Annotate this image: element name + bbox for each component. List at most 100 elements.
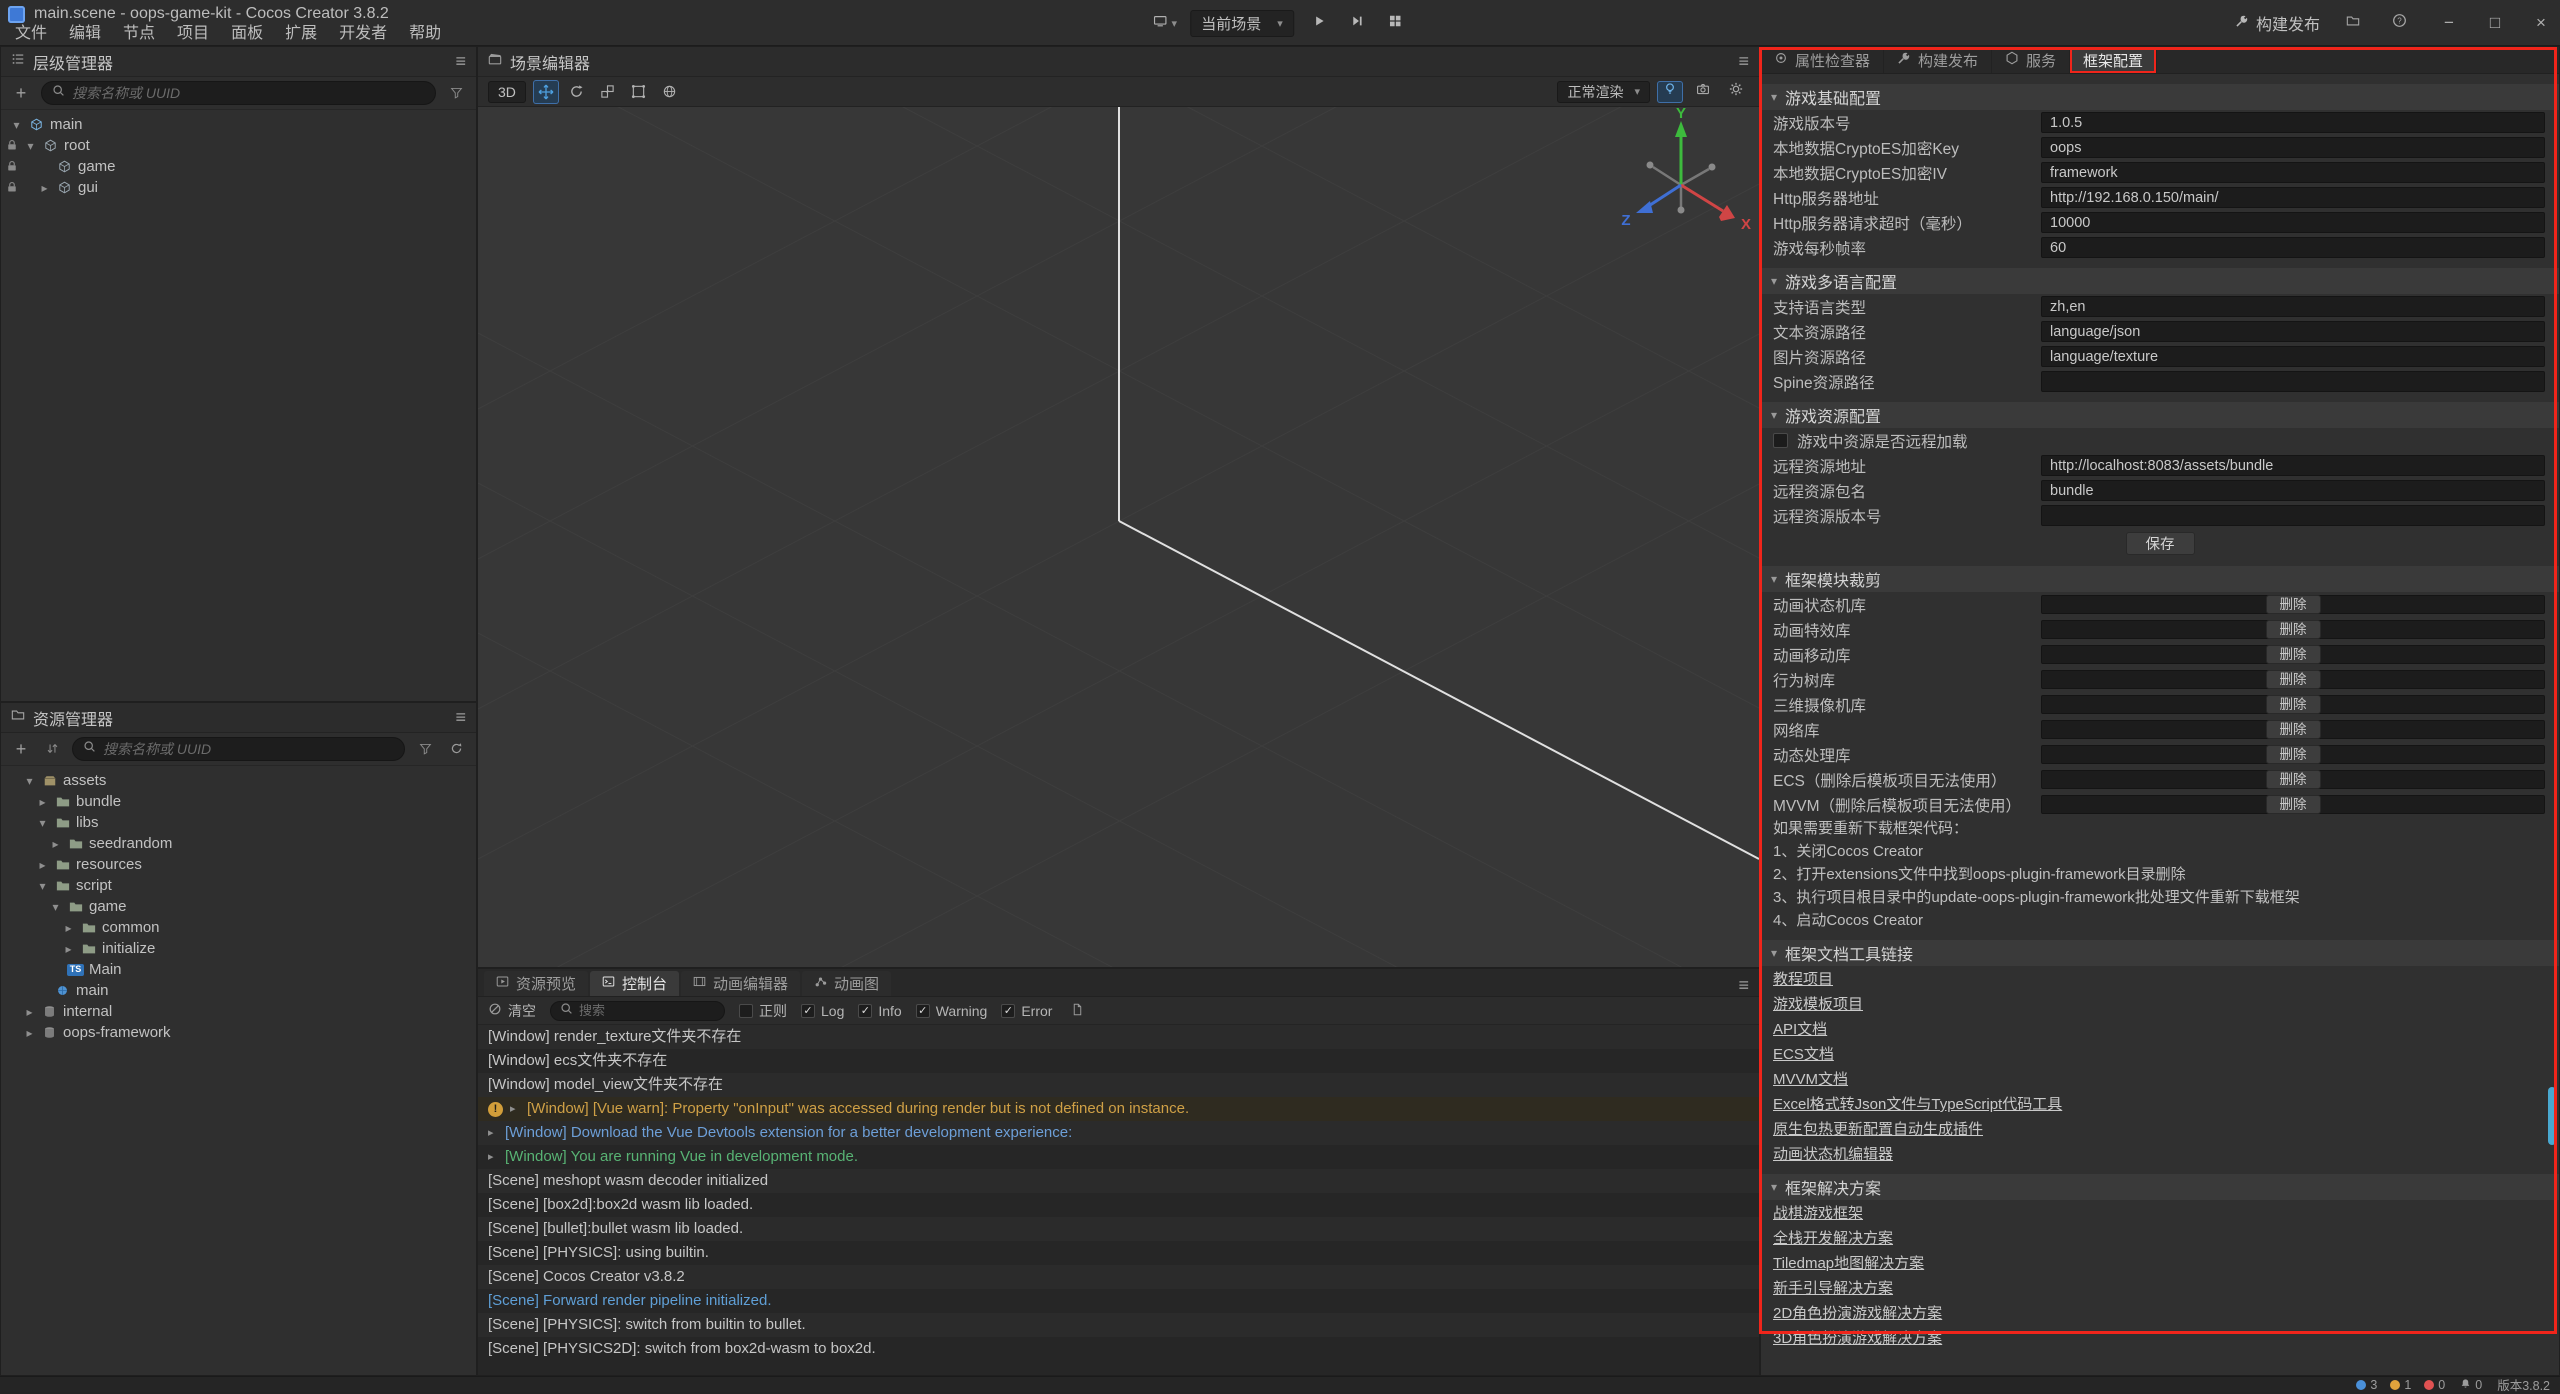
doc-link[interactable]: API文档 [1773, 1018, 1827, 1039]
section-header[interactable]: ▾框架文档工具链接 [1761, 940, 2559, 966]
log-entry[interactable]: [Scene] [PHYSICS]: using builtin. [478, 1241, 1759, 1265]
log-entry[interactable]: !▸[Window] [Vue warn]: Property "onInput… [478, 1097, 1759, 1121]
property-input[interactable] [2041, 137, 2545, 158]
scene-viewport[interactable]: Y X Z [478, 107, 1759, 967]
menu-item[interactable]: 编辑 [58, 23, 112, 44]
tree-item-main[interactable]: ▾main [1, 114, 476, 135]
tree-item-bundle[interactable]: ▸bundle [1, 791, 476, 812]
delete-module-button[interactable]: 删除 [2266, 795, 2321, 814]
property-input[interactable] [2041, 237, 2545, 258]
chevron-right-icon[interactable]: ▸ [62, 921, 75, 935]
log-entry[interactable]: ▸[Window] Download the Vue Devtools exte… [478, 1121, 1759, 1145]
create-asset-button[interactable]: + [10, 738, 32, 760]
lighting-toggle-button[interactable] [1657, 81, 1683, 103]
filter-icon[interactable] [445, 82, 467, 104]
delete-module-button[interactable]: 删除 [2266, 595, 2321, 614]
doc-link[interactable]: Tiledmap地图解决方案 [1773, 1252, 1924, 1273]
property-input[interactable] [2041, 321, 2545, 342]
open-folder-button[interactable] [2340, 10, 2366, 36]
checkbox[interactable]: ✓ [801, 1004, 815, 1018]
checkbox[interactable]: ✓ [916, 1004, 930, 1018]
doc-link[interactable]: 2D角色扮演游戏解决方案 [1773, 1302, 1942, 1323]
doc-link[interactable]: ECS文档 [1773, 1043, 1834, 1064]
rotate-tool[interactable] [564, 80, 590, 104]
log-entry[interactable]: ▸[Window] You are running Vue in develop… [478, 1145, 1759, 1169]
chevron-down-icon[interactable]: ▾ [36, 879, 49, 893]
scrollbar-thumb[interactable] [2548, 1087, 2556, 1145]
delete-module-button[interactable]: 删除 [2266, 620, 2321, 639]
tree-item-gui[interactable]: ▸gui [1, 177, 476, 198]
doc-link[interactable]: 动画状态机编辑器 [1773, 1143, 1893, 1164]
preview-device-button[interactable]: ▾ [1152, 10, 1178, 36]
chevron-right-icon[interactable]: ▸ [62, 942, 75, 956]
log-entry[interactable]: [Window] ecs文件夹不存在 [478, 1049, 1759, 1073]
delete-module-button[interactable]: 删除 [2266, 645, 2321, 664]
property-input[interactable] [2041, 187, 2545, 208]
checkbox[interactable]: ✓ [1001, 1004, 1015, 1018]
menu-item[interactable]: 帮助 [398, 23, 452, 44]
camera-settings-button[interactable] [1690, 81, 1716, 103]
save-button[interactable]: 保存 [2126, 532, 2195, 555]
log-entry[interactable]: [Scene] meshopt wasm decoder initialized [478, 1169, 1759, 1193]
chevron-right-icon[interactable]: ▸ [49, 837, 62, 851]
doc-link[interactable]: MVVM文档 [1773, 1068, 1848, 1089]
play-button[interactable] [1306, 10, 1332, 36]
notification-count[interactable]: 0 [2460, 1378, 2482, 1392]
regex-filter[interactable]: 正则 [739, 1001, 787, 1021]
tree-item-assets[interactable]: ▾assets [1, 770, 476, 791]
doc-link[interactable]: 战棋游戏框架 [1773, 1202, 1863, 1223]
lock-icon[interactable] [6, 159, 19, 173]
step-button[interactable] [1344, 10, 1370, 36]
doc-link[interactable]: 新手引导解决方案 [1773, 1277, 1893, 1298]
filter-info[interactable]: ✓Info [858, 1003, 901, 1019]
assets-search-box[interactable] [72, 737, 405, 761]
tree-item-game[interactable]: game [1, 156, 476, 177]
menu-item[interactable]: 面板 [220, 23, 274, 44]
tab-动画编辑器[interactable]: 动画编辑器 [681, 971, 800, 996]
log-entry[interactable]: [Scene] Cocos Creator v3.8.2 [478, 1265, 1759, 1289]
clear-console-button[interactable]: 清空 [488, 1001, 536, 1021]
viewport-settings-button[interactable] [1723, 81, 1749, 103]
rect-tool[interactable] [626, 80, 652, 104]
filter-error[interactable]: ✓Error [1001, 1003, 1052, 1019]
sort-assets-button[interactable] [41, 738, 63, 760]
doc-link[interactable]: 全栈开发解决方案 [1773, 1227, 1893, 1248]
panel-menu-icon[interactable]: ≡ [1738, 51, 1749, 72]
lock-icon[interactable] [6, 180, 19, 194]
delete-module-button[interactable]: 删除 [2266, 720, 2321, 739]
tree-item-main[interactable]: main [1, 980, 476, 1001]
checkbox[interactable]: ✓ [858, 1004, 872, 1018]
chevron-right-icon[interactable]: ▸ [23, 1026, 36, 1040]
tree-item-Main[interactable]: TSMain [1, 959, 476, 980]
tree-item-oops-framework[interactable]: ▸oops-framework [1, 1022, 476, 1043]
render-mode-select[interactable]: 正常渲染 ▾ [1557, 81, 1650, 103]
checkbox[interactable] [1773, 433, 1788, 448]
section-header[interactable]: ▾游戏资源配置 [1761, 402, 2559, 428]
hierarchy-search-input[interactable] [72, 85, 425, 101]
filter-log[interactable]: ✓Log [801, 1003, 844, 1019]
property-input[interactable] [2041, 455, 2545, 476]
property-input[interactable] [2041, 212, 2545, 233]
tree-item-script[interactable]: ▾script [1, 875, 476, 896]
panel-menu-icon[interactable]: ≡ [455, 51, 466, 72]
tab-构建发布[interactable]: 构建发布 [1884, 47, 1992, 73]
refresh-assets-button[interactable] [445, 738, 467, 760]
delete-module-button[interactable]: 删除 [2266, 695, 2321, 714]
log-entry[interactable]: [Window] model_view文件夹不存在 [478, 1073, 1759, 1097]
assets-filter-button[interactable] [414, 738, 436, 760]
lock-icon[interactable] [6, 138, 19, 152]
log-entry[interactable]: [Scene] [box2d]:box2d wasm lib loaded. [478, 1193, 1759, 1217]
tree-item-root[interactable]: ▾root [1, 135, 476, 156]
maximize-button[interactable]: □ [2486, 13, 2504, 33]
tab-框架配置[interactable]: 框架配置 [2070, 47, 2157, 73]
log-entry[interactable]: [Scene] [bullet]:bullet wasm lib loaded. [478, 1217, 1759, 1241]
orientation-gizmo[interactable]: Y X Z [1606, 107, 1759, 257]
property-input[interactable] [2041, 480, 2545, 501]
chevron-down-icon[interactable]: ▾ [36, 816, 49, 830]
console-search-input[interactable] [579, 1003, 715, 1018]
error-count[interactable]: 0 [2424, 1378, 2445, 1392]
export-log-button[interactable] [1066, 1000, 1088, 1022]
chevron-right-icon[interactable]: ▸ [36, 858, 49, 872]
log-entry[interactable]: [Window] render_texture文件夹不存在 [478, 1025, 1759, 1049]
section-header[interactable]: ▾框架解决方案 [1761, 1174, 2559, 1200]
